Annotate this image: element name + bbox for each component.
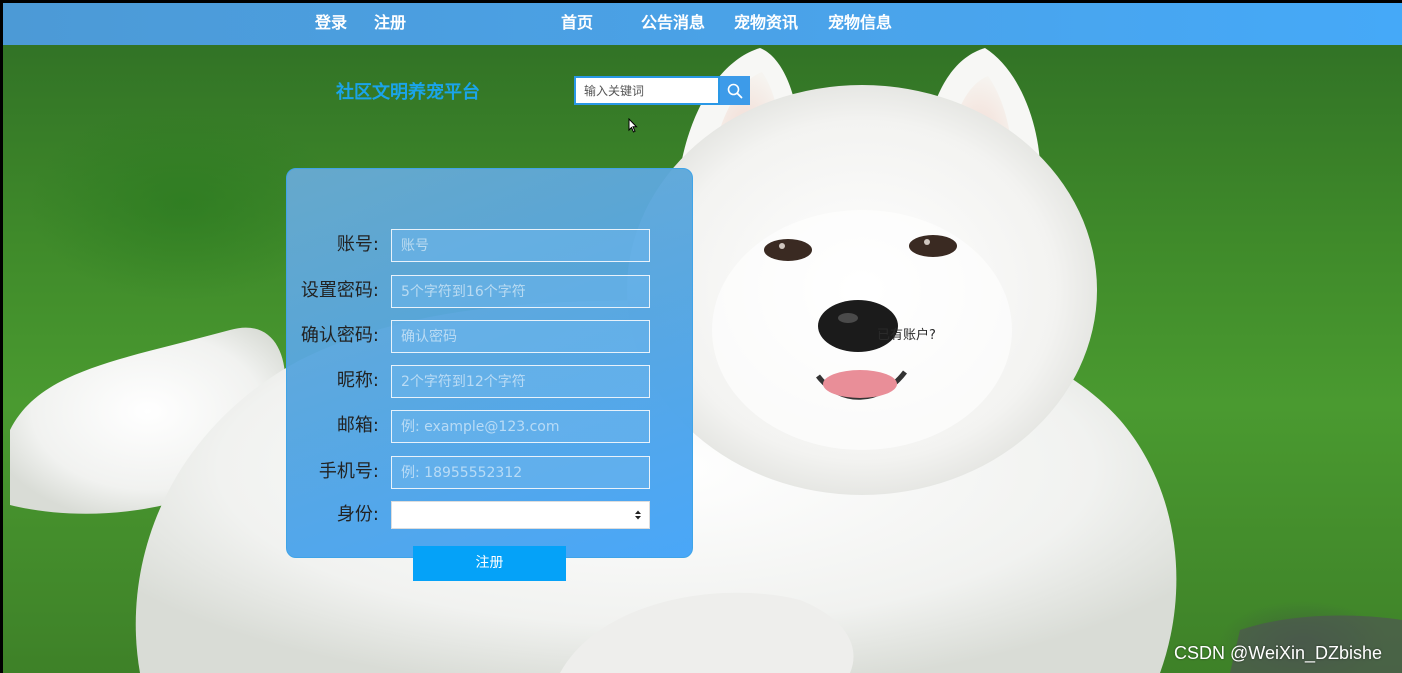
nav-announcements-link[interactable]: 公告消息 (641, 3, 705, 45)
confirm-password-label: 确认密码: (300, 325, 379, 346)
dog-left-eye (764, 239, 812, 261)
select-arrows-icon (635, 510, 641, 520)
phone-label: 手机号: (318, 461, 379, 482)
role-label: 身份: (336, 504, 379, 525)
search-button[interactable] (720, 76, 750, 105)
dog-tongue (823, 370, 897, 398)
phone-input[interactable] (391, 456, 650, 489)
nav-pet-info-link[interactable]: 宠物信息 (828, 3, 892, 45)
search-icon (727, 83, 743, 98)
account-label: 账号: (336, 234, 379, 255)
register-submit-button[interactable]: 注册 (413, 546, 566, 581)
account-input[interactable] (391, 229, 650, 262)
nav-home-link[interactable]: 首页 (561, 3, 593, 45)
confirm-password-input[interactable] (391, 320, 650, 353)
search-input[interactable] (574, 76, 720, 105)
nickname-input[interactable] (391, 365, 650, 398)
register-form-panel: 账号: 设置密码: 确认密码: 昵称: 邮箱: 手机号: 身份: (286, 168, 693, 558)
nav-login-link[interactable]: 登录 (315, 3, 347, 45)
email-label: 邮箱: (336, 415, 379, 436)
existing-account-link[interactable]: 已有账户? (877, 324, 936, 343)
password-label: 设置密码: (300, 280, 379, 301)
top-nav-bar: 登录 注册 首页 公告消息 宠物资讯 宠物信息 (3, 3, 1402, 45)
email-input[interactable] (391, 410, 650, 443)
dog-right-eye (909, 235, 957, 257)
nav-register-link[interactable]: 注册 (374, 3, 406, 45)
site-title: 社区文明养宠平台 (336, 82, 480, 103)
csdn-watermark: CSDN @WeiXin_DZbishe (1174, 643, 1383, 663)
nav-pet-news-link[interactable]: 宠物资讯 (734, 3, 798, 45)
mouse-cursor-icon (628, 118, 638, 133)
nickname-label: 昵称: (336, 370, 379, 391)
role-select[interactable] (391, 501, 650, 529)
password-input[interactable] (391, 275, 650, 308)
page: 登录 注册 首页 公告消息 宠物资讯 宠物信息 社区文明养宠平台 已有账户? 账… (0, 0, 1402, 673)
